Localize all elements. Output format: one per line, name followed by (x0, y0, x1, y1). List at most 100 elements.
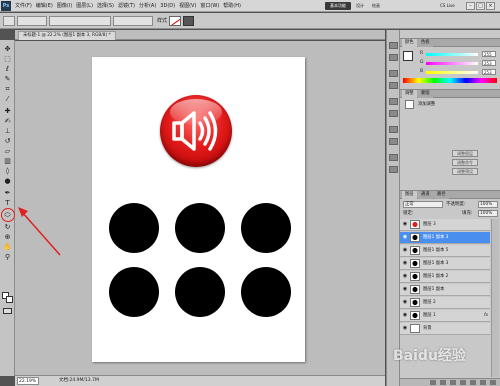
visibility-eye-icon[interactable]: ◉ (402, 300, 408, 305)
workspace-painting-link[interactable]: 绘画 (372, 2, 380, 10)
measurement-panel-icon[interactable] (389, 166, 398, 173)
layer-row[interactable]: ◉ 图层 3 (400, 219, 490, 231)
color-spectrum-bar[interactable] (403, 78, 497, 83)
visibility-eye-icon[interactable]: ◉ (402, 235, 408, 240)
layer-row[interactable]: ◉ 图层1 副本 3 (400, 232, 490, 244)
clone-stamp-tool-icon[interactable]: ⊥ (2, 126, 13, 136)
layer-row[interactable]: ◉ 图层 2 (400, 297, 490, 309)
new-adjustment-layer-icon[interactable] (460, 380, 466, 385)
layer-style-icon[interactable] (440, 380, 446, 385)
menu-filter[interactable]: 滤镜(T) (116, 0, 137, 12)
fill-input[interactable]: 100% (478, 210, 498, 217)
menu-edit[interactable]: 编辑(E) (34, 0, 55, 12)
color-slider-g[interactable]: G 253 (420, 60, 498, 66)
document-tab[interactable]: 未标题-1 @ 22.2% (图层1 副本 3, RGB/8) * (18, 31, 116, 40)
layer-mask-icon[interactable] (450, 380, 456, 385)
menu-image[interactable]: 图像(I) (55, 0, 74, 12)
tab-color[interactable]: 颜色 (402, 39, 417, 47)
cs-live-button[interactable]: CS Live (440, 2, 455, 10)
brush-tool-icon[interactable]: ✍ (2, 116, 13, 126)
menu-file[interactable]: 文件(F) (13, 0, 34, 12)
healing-brush-tool-icon[interactable]: ✚ (2, 106, 13, 116)
color-value-b[interactable]: 253 (482, 69, 496, 75)
delete-layer-icon[interactable] (490, 380, 496, 385)
close-button[interactable]: × (486, 2, 495, 10)
menu-window[interactable]: 窗口(W) (198, 0, 221, 12)
pen-tool-icon[interactable]: ✒ (2, 188, 13, 198)
actions-panel-icon[interactable] (389, 54, 398, 61)
shape-mode-buttons[interactable] (17, 15, 47, 26)
maximize-button[interactable]: □ (476, 2, 485, 10)
brushes-panel-icon[interactable] (389, 98, 398, 105)
menu-select[interactable]: 选择(S) (95, 0, 116, 12)
tab-masks[interactable]: 蒙版 (418, 90, 433, 98)
link-layers-icon[interactable] (430, 380, 436, 385)
workspace-design-link[interactable]: 设计 (356, 2, 364, 10)
eyedropper-tool-icon[interactable]: ⁄ (2, 94, 13, 104)
tab-layers[interactable]: 图层 (402, 191, 417, 199)
layer-row[interactable]: ◉ 图层1 副本 5 (400, 245, 490, 257)
minimize-button[interactable]: – (466, 2, 475, 10)
layers-scrollbar[interactable] (491, 219, 499, 377)
tab-channels[interactable]: 通道 (418, 191, 433, 199)
new-group-icon[interactable] (470, 380, 476, 385)
zoom-level-field[interactable]: 22.19% (17, 377, 39, 385)
menu-3d[interactable]: 3D(D) (158, 0, 177, 12)
quick-select-tool-icon[interactable]: ✎ (2, 74, 13, 84)
history-panel-icon[interactable] (389, 42, 398, 49)
layer-row[interactable]: ◉ 图层1 副本 (400, 284, 490, 296)
tab-swatches[interactable]: 色板 (418, 39, 433, 47)
gradient-tool-icon[interactable]: ▥ (2, 156, 13, 166)
tab-paths[interactable]: 路径 (434, 191, 449, 199)
background-color-swatch[interactable] (6, 296, 13, 303)
hand-tool-icon[interactable]: ✋ (2, 242, 13, 252)
new-layer-icon[interactable] (480, 380, 486, 385)
visibility-eye-icon[interactable]: ◉ (402, 326, 408, 331)
navigator-panel-icon[interactable] (389, 126, 398, 133)
layer-row[interactable]: ◉ 图层1 副本 3 (400, 258, 490, 270)
crop-tool-icon[interactable]: ⌗ (2, 84, 13, 94)
style-swatch[interactable] (169, 15, 182, 26)
color-slider-r[interactable]: R 255 (420, 51, 498, 57)
opacity-input[interactable]: 100% (478, 201, 498, 208)
color-panel-foreground-swatch[interactable] (403, 51, 413, 61)
visibility-eye-icon[interactable]: ◉ (402, 222, 408, 227)
adjustment-preset-button[interactable]: 调整预设 (452, 168, 478, 175)
layer-effects-icon[interactable]: fx (484, 312, 488, 319)
clone-source-panel-icon[interactable] (389, 110, 398, 117)
3d-panel-icon[interactable] (389, 154, 398, 161)
paragraph-panel-icon[interactable] (389, 82, 398, 89)
marquee-tool-icon[interactable]: ⬚ (2, 54, 13, 64)
workspace-essentials-button[interactable]: 基本功能 (325, 2, 351, 10)
blend-mode-select[interactable]: 正常 (403, 201, 443, 208)
layer-row[interactable]: ◉ 图层1 副本 2 (400, 271, 490, 283)
menu-help[interactable]: 帮助(H) (221, 0, 243, 12)
path-ops-group[interactable] (113, 15, 153, 26)
3d-rotate-tool-icon[interactable]: ↻ (2, 222, 13, 232)
tab-adjustments[interactable]: 调整 (402, 90, 417, 98)
visibility-eye-icon[interactable]: ◉ (402, 248, 408, 253)
color-slider-b[interactable]: B 253 (420, 69, 498, 75)
layer-row[interactable]: ◉ 背景 (400, 323, 490, 335)
type-tool-icon[interactable]: T (2, 198, 13, 208)
adjustment-layer-button[interactable]: 调整图层 (452, 150, 478, 157)
menu-analysis[interactable]: 分析(A) (137, 0, 158, 12)
character-panel-icon[interactable] (389, 70, 398, 77)
eraser-tool-icon[interactable]: ▱ (2, 146, 13, 156)
document-canvas[interactable] (92, 57, 305, 362)
dodge-tool-icon[interactable]: ● (2, 176, 13, 186)
visibility-eye-icon[interactable]: ◉ (402, 313, 408, 318)
menu-view[interactable]: 视图(V) (177, 0, 198, 12)
visibility-eye-icon[interactable]: ◉ (402, 274, 408, 279)
menu-layer[interactable]: 图层(L) (74, 0, 95, 12)
blur-tool-icon[interactable]: ◊ (2, 166, 13, 176)
shape-tools-group[interactable] (49, 15, 111, 26)
zoom-tool-icon[interactable]: ⚲ (2, 252, 13, 262)
layer-row[interactable]: ◉ 图层 1 fx (400, 310, 490, 322)
visibility-eye-icon[interactable]: ◉ (402, 261, 408, 266)
move-tool-icon[interactable]: ✥ (2, 44, 13, 54)
lasso-tool-icon[interactable]: ℓ (2, 64, 13, 74)
3d-orbit-tool-icon[interactable]: ⊕ (2, 232, 13, 242)
tool-preset-picker[interactable] (3, 15, 15, 26)
quick-mask-button[interactable] (3, 308, 12, 314)
